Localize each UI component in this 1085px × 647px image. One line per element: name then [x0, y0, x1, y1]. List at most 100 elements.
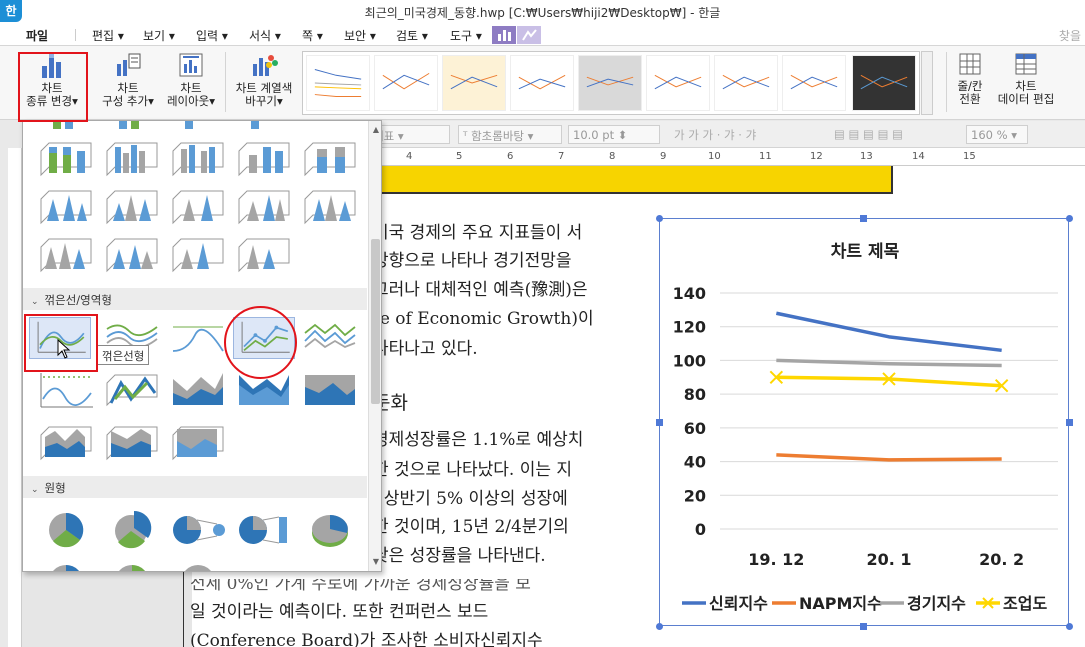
doc-line-3: 그러나 대체적인 예측(豫測)은: [373, 280, 588, 300]
highlight-line-chart-option: [24, 314, 98, 372]
chart-3d-cylinder[interactable]: [167, 137, 229, 179]
chart-3d-cone-column[interactable]: [299, 185, 361, 227]
chart-style-thumb-9[interactable]: [852, 55, 916, 111]
chart-layout-button[interactable]: 차트 레이아웃▾: [162, 50, 220, 108]
chart-3d-cone-clustered[interactable]: [233, 185, 295, 227]
chart-line-smooth[interactable]: [167, 317, 229, 359]
menu-tools[interactable]: 도구 ▾: [450, 27, 482, 44]
doc-line-4: te of Economic Growth)이: [373, 309, 594, 329]
chart-series-color-button[interactable]: 차트 계열색 바꾸기▾: [230, 50, 298, 108]
dropdown-scroll-thumb[interactable]: [371, 239, 380, 404]
chart-bar-of-pie[interactable]: [233, 509, 295, 551]
chart-3d-cylinder-clustered[interactable]: [233, 137, 295, 179]
resize-handle-bl[interactable]: [656, 623, 663, 630]
resize-handle-t[interactable]: [860, 215, 867, 222]
chart-style-thumb-6[interactable]: [646, 55, 710, 111]
chart-area-3d-100[interactable]: [167, 421, 229, 463]
chart-area-3d-stacked[interactable]: [101, 421, 163, 463]
chart-3d-cylinder-100[interactable]: [101, 137, 163, 179]
menu-page[interactable]: 쪽 ▾: [302, 27, 323, 44]
chart-object[interactable]: 차트 제목 0 20 40 60 80 100 120 140 19. 12 20. 1 20. 2 신…: [659, 218, 1069, 626]
resize-handle-br[interactable]: [1066, 623, 1073, 630]
chart-style-thumb-4[interactable]: [510, 55, 574, 111]
menu-file[interactable]: 파일: [26, 27, 48, 44]
chart-3d-pyramid-stacked[interactable]: [35, 233, 97, 275]
chart-3d-bar-partial-1[interactable]: [35, 120, 97, 135]
resize-handle-tr[interactable]: [1066, 215, 1073, 222]
chart-3d-pyramid[interactable]: [167, 233, 229, 275]
chart-format-tab-icon[interactable]: [517, 26, 541, 44]
row-col-switch-button[interactable]: 줄/칸 전환: [950, 50, 990, 106]
chart-3d-cylinder-stacked-2[interactable]: [299, 137, 361, 179]
format-toolbar: 대표 ▾ ᵀ 함초롬바탕 ▾ 10.0 pt ⬍ 가 가 가 · 갸 · 갸 ▤…: [360, 121, 1085, 148]
title-bar: 한 최근의_미국경제_동향.hwp [C:₩Users₩hiji2₩Deskto…: [0, 0, 1085, 24]
font-select[interactable]: ᵀ 함초롬바탕 ▾: [458, 125, 562, 144]
horizontal-ruler[interactable]: 4 5 6 7 8 9 10 11 12 13 14 15: [360, 148, 1085, 166]
chart-pie-of-pie[interactable]: [167, 509, 229, 551]
chart-area[interactable]: [167, 369, 229, 411]
chart-3d-bar-partial-3[interactable]: [167, 120, 229, 135]
chart-pie-partial-3[interactable]: [167, 561, 229, 572]
menu-view[interactable]: 보기 ▾: [143, 27, 175, 44]
resize-handle-l[interactable]: [656, 419, 663, 426]
chart-pie-exploded[interactable]: [101, 509, 163, 551]
chart-style-thumb-8[interactable]: [782, 55, 846, 111]
chart-3d-cone[interactable]: [167, 185, 229, 227]
chart-3d-bar-partial-2[interactable]: [101, 120, 163, 135]
resize-handle-tl[interactable]: [656, 215, 663, 222]
doc-body-line-1: 경제성장률은 1.1%로 예상치: [373, 430, 584, 450]
menu-bar: 파일 편집 ▾ 보기 ▾ 입력 ▾ 서식 ▾ 쪽 ▾ 보안 ▾ 검토 ▾ 도구 …: [0, 24, 1085, 46]
chart-pie[interactable]: [35, 509, 97, 551]
dropdown-scrollbar[interactable]: ▲ ▼: [368, 121, 381, 571]
chart-style-thumb-5[interactable]: [578, 55, 642, 111]
chart-composition-add-button[interactable]: 차트 구성 추가▾: [98, 50, 158, 108]
menu-edit[interactable]: 편집 ▾: [92, 27, 124, 44]
chart-3d-pyramid-clustered[interactable]: [233, 233, 295, 275]
chart-line-100-markers[interactable]: [35, 369, 97, 411]
palette-icon: [253, 55, 278, 76]
chart-style-thumb-1[interactable]: [306, 55, 370, 111]
chart-style-thumb-3[interactable]: [442, 55, 506, 111]
menu-security[interactable]: 보안 ▾: [344, 27, 376, 44]
chart-data-edit-button[interactable]: 차트 데이터 편집: [994, 50, 1058, 106]
resize-handle-b[interactable]: [860, 623, 867, 630]
chart-pie-partial-2[interactable]: [101, 561, 163, 572]
gallery-scrollbar[interactable]: [921, 51, 933, 115]
chart-pie-3d[interactable]: [299, 509, 361, 551]
section-line-area[interactable]: ⌄ 꺾은선/영역형: [23, 288, 367, 310]
x-tick-label-1: 20. 1: [866, 550, 911, 569]
chart-area-3d[interactable]: [35, 421, 97, 463]
zoom-select[interactable]: 160 % ▾: [966, 125, 1028, 144]
chart-area-100[interactable]: [299, 369, 361, 411]
resize-handle-r[interactable]: [1066, 419, 1073, 426]
chart-3d-stacked-cylinder[interactable]: [35, 137, 97, 179]
y-tick-label-2: 40: [684, 453, 706, 472]
chart-3d-bar-partial-4[interactable]: [233, 120, 295, 135]
window-title: 최근의_미국경제_동향.hwp [C:₩Users₩hiji2₩Desktop₩…: [364, 6, 721, 20]
chart-pie-partial-1[interactable]: [35, 561, 97, 572]
doc-body-line-4: 한 것이며, 15년 2/4분기의: [373, 517, 569, 537]
menu-format[interactable]: 서식 ▾: [249, 27, 281, 44]
chart-style-gallery[interactable]: [302, 51, 920, 115]
menu-insert[interactable]: 입력 ▾: [196, 27, 228, 44]
find-label[interactable]: 찾을: [1059, 27, 1081, 44]
align-buttons[interactable]: ▤ ▤ ▤ ▤ ▤: [830, 125, 930, 144]
scroll-up-icon[interactable]: ▲: [371, 124, 381, 136]
font-size-select[interactable]: 10.0 pt ⬍: [568, 125, 660, 144]
chart-style-thumb-7[interactable]: [714, 55, 778, 111]
menu-review[interactable]: 검토 ▾: [396, 27, 428, 44]
chart-line-markers-stacked[interactable]: [299, 317, 361, 359]
chart-line-3d[interactable]: [101, 369, 163, 411]
legend-label-3: 조업도: [1003, 594, 1047, 613]
vertical-ruler[interactable]: [8, 148, 22, 647]
chart-design-tab-icon[interactable]: [492, 26, 516, 44]
text-style-buttons[interactable]: 가 가 가 · 갸 · 갸: [670, 125, 800, 144]
line-chart[interactable]: 차트 제목 0 20 40 60 80 100 120 140 19. 12 20. 1 20. 2 신…: [660, 219, 1070, 627]
scroll-down-icon[interactable]: ▼: [371, 556, 381, 568]
y-tick-label-6: 120: [673, 318, 706, 337]
chart-style-thumb-2[interactable]: [374, 55, 438, 111]
section-pie[interactable]: ⌄ 원형: [23, 476, 367, 498]
chart-3d-cone-100[interactable]: [101, 185, 163, 227]
chart-3d-pyramid-100[interactable]: [101, 233, 163, 275]
chart-3d-cone-stacked[interactable]: [35, 185, 97, 227]
